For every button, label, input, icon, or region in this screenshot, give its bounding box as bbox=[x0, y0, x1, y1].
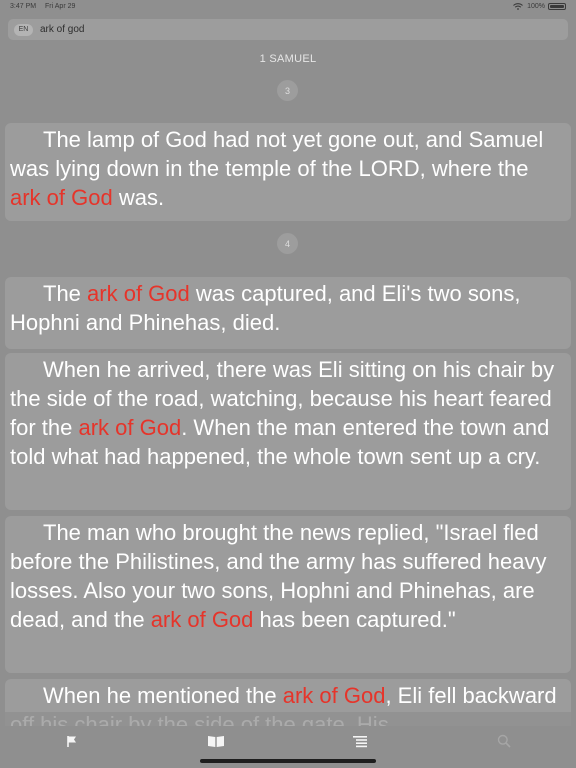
wifi-icon bbox=[513, 3, 523, 10]
list-icon bbox=[353, 736, 367, 748]
status-time: 3:47 PM bbox=[10, 3, 37, 10]
book-title: 1 SAMUEL bbox=[259, 53, 317, 65]
chapter-number: 3 bbox=[277, 80, 298, 101]
verse-card[interactable]: The ark of God was captured, and Eli's t… bbox=[5, 277, 571, 349]
search-match-highlight: ark of God bbox=[78, 415, 182, 440]
search-match-highlight: ark of God bbox=[150, 607, 254, 632]
verse-text: The bbox=[43, 281, 88, 306]
tab-search[interactable] bbox=[492, 732, 516, 750]
status-bar: 3:47 PM Fri Apr 29 100% bbox=[0, 0, 576, 14]
search-match-highlight: ark of God bbox=[282, 683, 386, 708]
search-input[interactable]: ark of god bbox=[40, 24, 84, 35]
status-left: 3:47 PM Fri Apr 29 bbox=[10, 3, 82, 10]
home-indicator bbox=[200, 759, 376, 763]
chapter-number: 4 bbox=[277, 233, 298, 254]
verse-text: The lamp of God had not yet gone out, an… bbox=[10, 127, 544, 181]
battery-icon bbox=[548, 3, 566, 10]
search-bar[interactable]: EN ark of god bbox=[8, 19, 568, 40]
search-icon bbox=[497, 734, 511, 748]
book-icon bbox=[208, 736, 224, 747]
status-right: 100% bbox=[513, 3, 566, 10]
verse-card[interactable]: When he arrived, there was Eli sitting o… bbox=[5, 353, 571, 510]
battery-percent: 100% bbox=[527, 3, 545, 10]
language-badge[interactable]: EN bbox=[14, 23, 33, 36]
search-match-highlight: ark of God bbox=[10, 185, 113, 210]
tab-bookmark[interactable] bbox=[60, 732, 84, 750]
flag-icon bbox=[67, 736, 76, 747]
tab-read[interactable] bbox=[204, 732, 228, 750]
verse-text: was. bbox=[112, 185, 165, 210]
battery-level bbox=[550, 5, 564, 8]
tab-list[interactable] bbox=[348, 732, 372, 750]
search-match-highlight: ark of God bbox=[87, 281, 190, 306]
verse-card[interactable]: The man who brought the news replied, "I… bbox=[5, 516, 571, 673]
verse-text: When he mentioned the bbox=[43, 683, 283, 708]
status-date: Fri Apr 29 bbox=[45, 3, 76, 10]
verse-text: has been captured." bbox=[253, 607, 456, 632]
verse-card[interactable]: The lamp of God had not yet gone out, an… bbox=[5, 123, 571, 221]
